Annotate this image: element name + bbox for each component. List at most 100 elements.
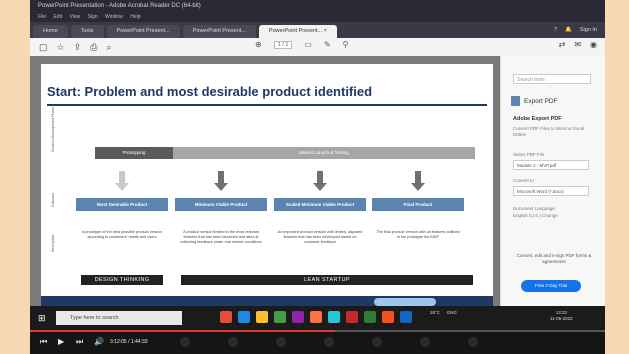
screen-frame: PowerPoint Presentation - Adobe Acrobat …	[30, 0, 605, 354]
windows-start-icon[interactable]: ⊞	[38, 313, 46, 324]
arrow-shaft-3	[317, 171, 323, 183]
menu-window[interactable]: Window	[105, 14, 123, 20]
bell-icon[interactable]: 🔔	[565, 22, 572, 38]
avatar	[180, 337, 190, 347]
toolbar: ▢ ☆ ⇪ ⎙ ⌕ ⊕ 1 / 1 ▭ ✎ ⚲ ⇄ ✉ ◉	[30, 38, 605, 57]
weather-text[interactable]: 26°C	[430, 310, 440, 315]
search-icon[interactable]: ⌕	[106, 42, 111, 53]
convert-to-select[interactable]: Microsoft Word (*.docx)	[513, 186, 589, 196]
desc-mdp: A prototype of the best possible product…	[82, 230, 162, 239]
doc-language-value[interactable]: English (U.S.) Change	[513, 213, 593, 219]
sign-in-link[interactable]: Sign In	[580, 22, 597, 38]
phase-market-launch: Market Launch & Testing	[173, 147, 475, 159]
video-controls: ⏮ ▶ ⏭ 🔊 3:12:05 / 1:44:33	[30, 330, 605, 354]
slide-title: Start: Problem and most desirable produc…	[47, 84, 373, 99]
prev-page-icon[interactable]: ⊕	[255, 40, 262, 49]
taskbar-app-icon[interactable]	[346, 311, 358, 323]
menu-file[interactable]: File	[38, 14, 46, 20]
language-indicator[interactable]: ENG	[447, 310, 457, 315]
document-area[interactable]: Start: Problem and most desirable produc…	[30, 56, 500, 306]
page-navigation: ⊕ 1 / 1 ▭ ✎ ⚲	[255, 40, 349, 49]
home-icon[interactable]: ▢	[39, 42, 48, 53]
avatar	[228, 337, 238, 347]
desc-smvp: An improved product version with limited…	[277, 230, 363, 244]
floating-toolbar[interactable]	[374, 298, 436, 306]
star-icon[interactable]: ☆	[57, 42, 65, 53]
tab-document-active[interactable]: PowerPoint Present... ×	[258, 25, 337, 38]
taskbar-app-icon[interactable]	[364, 311, 376, 323]
tab-tools[interactable]: Tools	[70, 25, 104, 38]
desc-final: The final product version with all featu…	[376, 230, 460, 239]
taskbar-app-icon[interactable]	[292, 311, 304, 323]
export-pdf-title: Export PDF	[524, 97, 558, 105]
row-label-phase: Solution Development Phase	[51, 106, 55, 152]
taskbar-app-icon[interactable]	[328, 311, 340, 323]
product-box-mvp: Minimum Viable Product	[175, 198, 267, 211]
desc-mvp: A product version limited to the most re…	[180, 230, 262, 244]
menu-help[interactable]: Help	[130, 14, 140, 20]
volume-icon[interactable]: 🔊	[94, 337, 104, 346]
play-icon[interactable]: ▶	[58, 337, 64, 346]
video-progress-fill	[30, 330, 335, 332]
bar-design-thinking: DESIGN THINKING	[81, 275, 163, 285]
taskbar-apps	[220, 311, 412, 323]
tab-document-2[interactable]: PowerPoint Present...	[182, 25, 256, 38]
slide-page: Start: Problem and most desirable produc…	[41, 64, 493, 306]
doc-language-label: Document Language:	[513, 206, 557, 211]
upload-icon[interactable]: ⇪	[74, 42, 82, 53]
free-trial-button[interactable]: Free 7-Day Trial	[521, 280, 581, 292]
panel-subtitle: Convert PDF Files to Word or Excel Onlin…	[513, 126, 585, 137]
arrow-down-icon	[115, 183, 129, 191]
page-indicator[interactable]: 1 / 1	[273, 40, 293, 49]
export-pdf-header[interactable]: Export PDF	[511, 96, 558, 106]
menu-view[interactable]: View	[69, 14, 80, 20]
avatar	[324, 337, 334, 347]
panel-heading: Adobe Export PDF	[513, 116, 562, 122]
menu-edit[interactable]: Edit	[53, 14, 62, 20]
skip-back-icon[interactable]: ⏮	[40, 337, 47, 347]
taskbar-clock[interactable]: 13:22 11-05-2022	[550, 310, 573, 322]
selected-file-field[interactable]: Module 2 - MVP.pdf	[513, 160, 589, 170]
arrow-shaft-4	[415, 171, 421, 183]
video-time: 3:12:05 / 1:44:33	[110, 339, 148, 345]
help-icon[interactable]: ?	[554, 22, 557, 38]
taskbar-app-icon[interactable]	[220, 311, 232, 323]
pen-icon[interactable]: ✎	[324, 40, 331, 49]
skip-forward-icon[interactable]: ⏭	[76, 337, 83, 347]
participant-avatars	[180, 337, 478, 347]
taskbar-app-icon[interactable]	[274, 311, 286, 323]
taskbar-search-input[interactable]: Type here to search	[56, 311, 182, 325]
highlight-icon[interactable]: ⚲	[343, 40, 349, 49]
comment-icon[interactable]: ▭	[304, 40, 312, 49]
avatar	[420, 337, 430, 347]
toolbar-right: ⇄ ✉ ◉	[559, 40, 597, 49]
phase-prototyping: Prototyping	[95, 147, 173, 159]
print-icon[interactable]: ⎙	[90, 42, 97, 53]
windows-taskbar: ⊞ Type here to search 26°C ENG 13:22 11-…	[30, 306, 605, 330]
share-icon[interactable]: ⇄	[559, 40, 566, 49]
system-tray: 26°C ENG	[430, 310, 457, 315]
account-icon[interactable]: ◉	[590, 40, 597, 49]
row-label-outcome: Outcome	[51, 192, 55, 207]
convert-promo-text: Convert, edit and e-sign PDF forms & agr…	[516, 253, 592, 264]
menu-bar: File Edit View Sign Window Help	[30, 12, 605, 22]
arrow-down-icon	[313, 183, 327, 191]
tools-side-panel: Search tools Export PDF Adobe Export PDF…	[500, 56, 605, 306]
taskbar-app-icon[interactable]	[310, 311, 322, 323]
tab-home[interactable]: Home	[33, 25, 68, 38]
menu-sign[interactable]: Sign	[88, 14, 98, 20]
title-underline	[47, 104, 487, 106]
taskbar-app-icon[interactable]	[256, 311, 268, 323]
tab-document-1[interactable]: PowerPoint Present...	[106, 25, 180, 38]
convert-to-label: Convert to	[513, 178, 534, 183]
video-progress-track[interactable]	[30, 330, 605, 332]
export-pdf-icon	[511, 96, 520, 106]
taskbar-app-icon[interactable]	[400, 311, 412, 323]
select-file-label: Select PDF File	[513, 152, 545, 157]
taskbar-app-icon[interactable]	[382, 311, 394, 323]
taskbar-app-icon[interactable]	[238, 311, 250, 323]
tab-bar: Home Tools PowerPoint Present... PowerPo…	[30, 22, 605, 38]
mail-icon[interactable]: ✉	[574, 40, 581, 49]
tools-search-input[interactable]: Search tools	[513, 74, 591, 84]
avatar	[276, 337, 286, 347]
